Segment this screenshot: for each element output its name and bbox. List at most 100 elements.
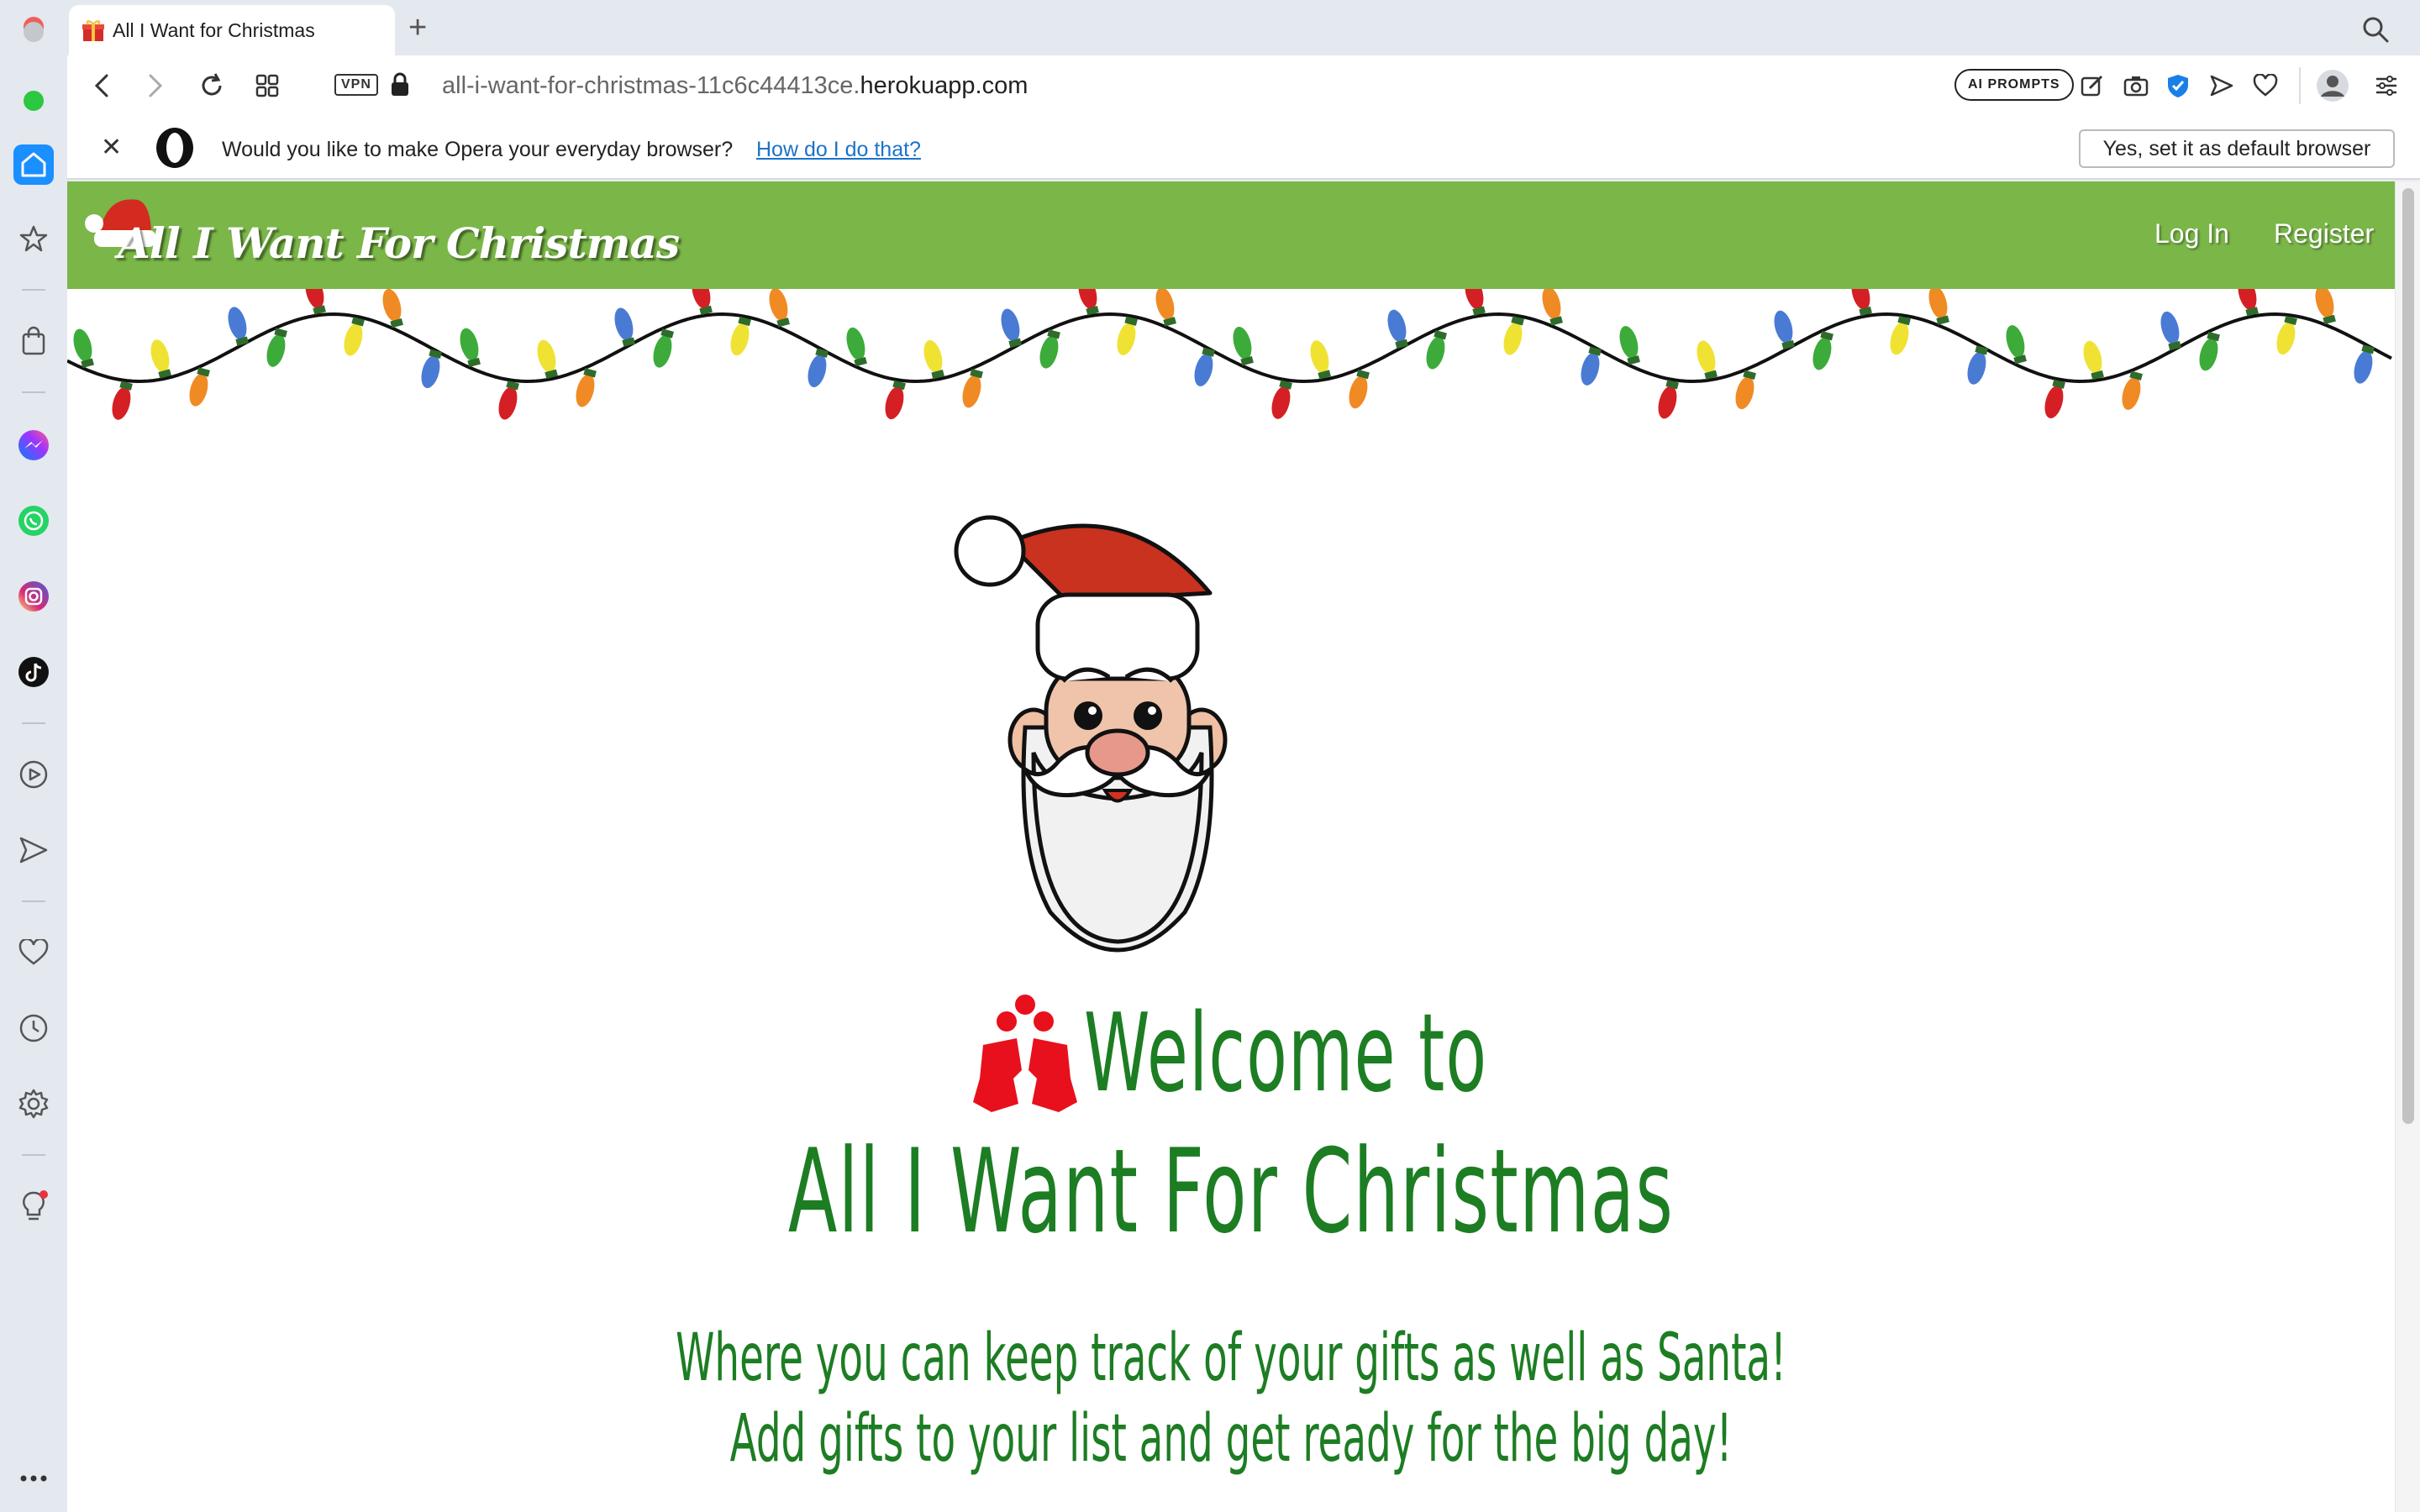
star-icon[interactable] bbox=[13, 218, 54, 259]
tab-strip: All I Want for Christmas + bbox=[0, 0, 2420, 55]
light-bulb bbox=[1078, 289, 1099, 316]
light-bulb bbox=[576, 368, 597, 407]
lights-wire bbox=[67, 312, 2392, 384]
light-bulb bbox=[1581, 346, 1602, 386]
search-icon[interactable] bbox=[2361, 15, 2390, 44]
maximize-window-button[interactable] bbox=[24, 91, 44, 111]
send-icon[interactable] bbox=[2207, 71, 2237, 101]
tiktok-icon[interactable] bbox=[13, 652, 54, 692]
page-scrollbar[interactable] bbox=[2395, 181, 2420, 1512]
light-bulb bbox=[1310, 340, 1331, 380]
tab-title: All I Want for Christmas bbox=[113, 18, 315, 41]
light-bulb bbox=[228, 307, 249, 346]
edit-icon[interactable] bbox=[2077, 71, 2107, 101]
reload-button[interactable] bbox=[195, 69, 229, 102]
set-default-button[interactable]: Yes, set it as default browser bbox=[2079, 129, 2395, 168]
light-bulb bbox=[305, 289, 326, 315]
vpn-badge[interactable]: VPN bbox=[334, 74, 378, 96]
light-bulb bbox=[2083, 340, 2104, 381]
instagram-icon[interactable] bbox=[13, 576, 54, 617]
santa-face-illustration bbox=[954, 515, 1228, 953]
browser-window: All I Want for Christmas + VPN all-i-wan… bbox=[0, 0, 2420, 1512]
light-bulb bbox=[1890, 315, 1911, 355]
forward-button[interactable] bbox=[138, 69, 171, 102]
light-bulb bbox=[266, 328, 287, 367]
address-bar: VPN all-i-want-for-christmas-11c6c44413c… bbox=[67, 55, 2420, 118]
more-icon[interactable] bbox=[13, 1458, 54, 1499]
chevron-right-icon bbox=[149, 74, 163, 97]
tagline-line2: Add gifts to your list and get ready for… bbox=[729, 1401, 1733, 1477]
light-bulb bbox=[2122, 370, 2143, 410]
history-icon[interactable] bbox=[13, 1008, 54, 1048]
home-icon[interactable] bbox=[13, 144, 54, 185]
sidebar-divider bbox=[22, 289, 45, 291]
toolbar-divider bbox=[2299, 67, 2301, 104]
ai-prompts-button[interactable]: AI PROMPTS bbox=[1954, 69, 2074, 101]
light-bulb bbox=[923, 339, 944, 380]
light-bulb bbox=[1967, 345, 1988, 385]
infobar-help-link[interactable]: How do I do that? bbox=[756, 138, 921, 162]
gift-icon bbox=[82, 20, 104, 41]
light-bulb bbox=[1851, 289, 1872, 317]
lock-icon[interactable] bbox=[390, 72, 410, 97]
opera-logo-icon bbox=[156, 128, 193, 168]
browser-tab[interactable]: All I Want for Christmas bbox=[69, 5, 395, 55]
player-icon[interactable] bbox=[13, 754, 54, 795]
sidebar-divider bbox=[22, 391, 45, 393]
minimize-window-button[interactable] bbox=[24, 22, 44, 42]
light-bulb bbox=[344, 317, 365, 356]
light-bulb bbox=[73, 328, 94, 369]
login-link[interactable]: Log In bbox=[2154, 218, 2229, 249]
light-bulb bbox=[769, 289, 790, 328]
light-bulb bbox=[189, 367, 210, 407]
bag-icon[interactable] bbox=[13, 321, 54, 361]
light-bulb bbox=[382, 289, 403, 328]
heart-icon[interactable] bbox=[2250, 71, 2281, 101]
register-link[interactable]: Register bbox=[2274, 218, 2374, 249]
scroll-thumb[interactable] bbox=[2402, 188, 2414, 1124]
reload-icon bbox=[202, 73, 222, 96]
light-bulb bbox=[2354, 344, 2375, 384]
welcome-heading-line1: Welcome to bbox=[1083, 991, 1488, 1116]
url-domain: herokuapp.com bbox=[860, 72, 1028, 99]
shield-icon[interactable] bbox=[2163, 71, 2193, 101]
tagline-line1: Where you can keep track of your gifts a… bbox=[676, 1320, 1786, 1396]
lightbulb-icon[interactable] bbox=[13, 1186, 54, 1226]
light-bulb bbox=[1735, 370, 1756, 410]
light-bulb bbox=[614, 307, 635, 347]
default-browser-bar: ✕ Would you like to make Opera your ever… bbox=[67, 118, 2420, 180]
light-bulb bbox=[1349, 369, 1370, 409]
easy-setup-icon[interactable] bbox=[2371, 71, 2402, 101]
settings-icon[interactable] bbox=[13, 1084, 54, 1124]
chevron-left-icon bbox=[94, 74, 108, 97]
light-bulb bbox=[1271, 380, 1292, 419]
messenger-icon[interactable] bbox=[13, 425, 54, 465]
light-bulb bbox=[1155, 289, 1176, 327]
sidebar-divider bbox=[22, 1154, 45, 1156]
sidebar bbox=[0, 22, 67, 1512]
light-bulb bbox=[885, 380, 906, 420]
back-button[interactable] bbox=[86, 69, 119, 102]
camera-icon[interactable] bbox=[2121, 71, 2151, 101]
site-brand[interactable]: All I Want For Christmas bbox=[118, 218, 680, 268]
light-bulb bbox=[2238, 289, 2259, 317]
sidebar-divider bbox=[22, 900, 45, 902]
light-bulb bbox=[1928, 289, 1949, 325]
send-icon[interactable] bbox=[13, 830, 54, 870]
new-tab-button[interactable]: + bbox=[408, 12, 427, 44]
light-bulb bbox=[537, 339, 558, 380]
light-bulb bbox=[1194, 347, 1215, 386]
light-bulb bbox=[112, 381, 133, 420]
profile-avatar[interactable] bbox=[2314, 67, 2351, 104]
light-bulb bbox=[1658, 379, 1679, 419]
sidebar-divider bbox=[22, 722, 45, 724]
tabs-overview-button[interactable] bbox=[250, 69, 284, 102]
heart-icon[interactable] bbox=[13, 932, 54, 973]
whatsapp-icon[interactable] bbox=[13, 501, 54, 541]
url-field[interactable]: all-i-want-for-christmas-11c6c44413ce.he… bbox=[442, 72, 1028, 100]
close-infobar-button[interactable]: ✕ bbox=[101, 133, 122, 162]
light-bulb bbox=[2160, 311, 2181, 351]
light-bulb bbox=[421, 349, 442, 389]
light-bulb bbox=[808, 348, 829, 387]
welcome-heading-line2: All I Want For Christmas bbox=[787, 1124, 1675, 1259]
